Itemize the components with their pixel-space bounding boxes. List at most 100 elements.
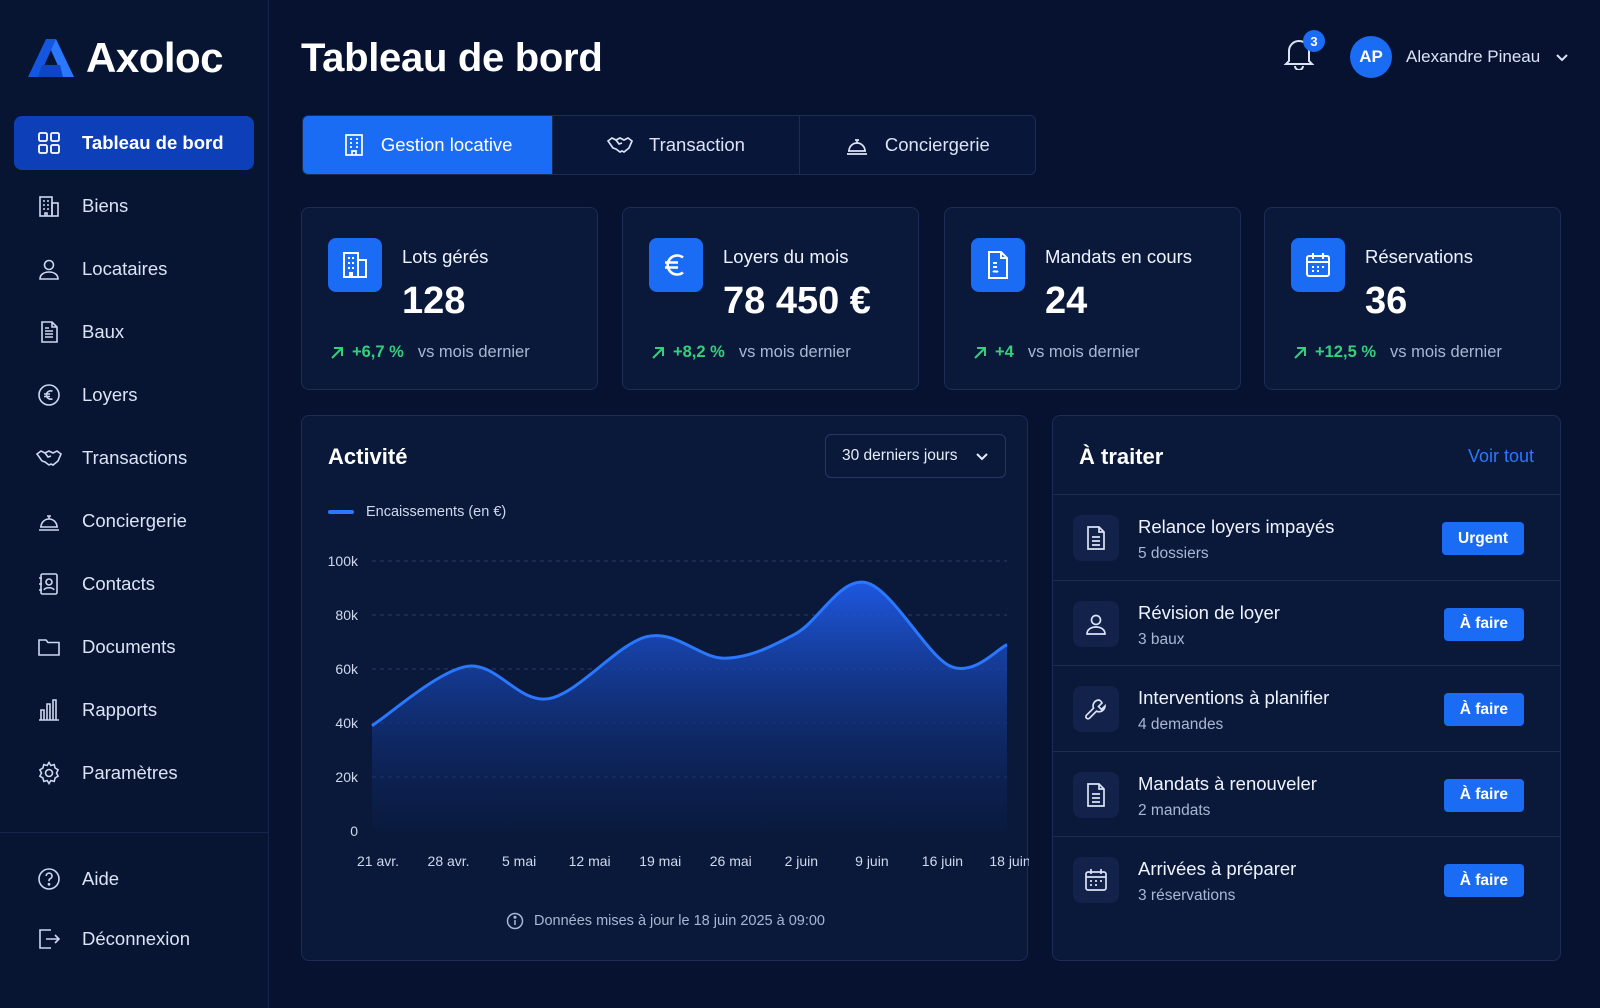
x-tick-label: 5 mai <box>502 853 536 869</box>
activity-area-chart: 0 20k 40k 60k 80k 100k 21 avr. 28 avr. 5 mai 12 … <box>328 553 1029 869</box>
building-icon <box>343 133 365 157</box>
sidebar-item-label: Déconnexion <box>82 928 190 949</box>
sidebar-item-loyers[interactable]: Loyers <box>14 368 254 422</box>
sidebar-item-transactions[interactable]: Transactions <box>14 431 254 485</box>
stat-label: Loyers du mois <box>723 246 849 267</box>
axoloc-logo-icon <box>28 39 74 77</box>
sidebar-item-conciergerie[interactable]: Conciergerie <box>14 494 254 548</box>
arrow-up-right-icon <box>1293 346 1307 360</box>
sidebar: Axoloc Tableau de bord Biens Locataires … <box>0 0 269 1008</box>
y-tick-label: 20k <box>335 769 359 785</box>
todo-name: Mandats à renouveler <box>1138 772 1317 794</box>
logout-icon <box>36 926 62 952</box>
user-icon <box>1073 600 1119 647</box>
sidebar-item-label: Documents <box>82 636 176 657</box>
stat-value: 78 450 € <box>723 280 871 322</box>
list-item[interactable]: Révision de loyer 3 baux À faire <box>1053 579 1560 666</box>
chevron-down-icon <box>1554 49 1570 65</box>
stat-delta: +6,7 % vs mois dernier <box>330 343 530 362</box>
brand[interactable]: Axoloc <box>28 34 224 82</box>
sidebar-nav: Tableau de bord Biens Locataires Baux Lo… <box>14 116 254 809</box>
stat-label: Mandats en cours <box>1045 246 1193 267</box>
todo-name: Révision de loyer <box>1138 601 1280 623</box>
page-title: Tableau de bord <box>301 36 603 80</box>
notifications-button[interactable]: 3 <box>1283 30 1325 74</box>
todo-sub: 5 dossiers <box>1138 545 1209 562</box>
todo-card: À traiter Voir tout Relance loyers impay… <box>1052 415 1561 961</box>
stat-label: Lots gérés <box>402 246 489 267</box>
sidebar-item-label: Loyers <box>82 384 138 405</box>
bar-chart-icon <box>36 697 62 723</box>
sidebar-item-label: Contacts <box>82 573 156 594</box>
todo-action-button[interactable]: À faire <box>1443 693 1524 726</box>
x-tick-label: 16 juin <box>922 853 963 869</box>
todo-title: À traiter <box>1079 444 1164 469</box>
tab-label: Transaction <box>648 134 745 155</box>
x-tick-label: 18 juin <box>989 853 1029 869</box>
x-tick-label: 28 avr. <box>428 853 470 869</box>
sidebar-item-label: Aide <box>82 868 120 889</box>
list-item[interactable]: Arrivées à préparer 3 réservations À fai… <box>1053 836 1560 922</box>
x-tick-label: 26 mai <box>710 853 752 869</box>
y-tick-label: 100k <box>328 553 359 569</box>
notification-badge: 3 <box>1303 30 1325 52</box>
tab-gestion-locative[interactable]: Gestion locative <box>303 116 553 174</box>
contacts-icon <box>36 571 62 597</box>
arrow-up-right-icon <box>651 346 665 360</box>
date-range-select[interactable]: 30 derniers jours <box>825 434 1006 478</box>
stat-delta: +4 vs mois dernier <box>973 343 1140 362</box>
chart-area <box>372 582 1007 831</box>
user-icon <box>36 256 62 282</box>
document-icon <box>1073 515 1119 561</box>
document-icon <box>36 319 62 345</box>
legend-label: Encaissements (en €) <box>366 504 507 520</box>
sidebar-item-dashboard[interactable]: Tableau de bord <box>14 116 254 170</box>
sidebar-item-label: Biens <box>82 195 129 216</box>
sidebar-item-documents[interactable]: Documents <box>14 620 254 674</box>
sidebar-item-deconnexion[interactable]: Déconnexion <box>14 912 254 966</box>
sidebar-item-label: Locataires <box>82 258 168 279</box>
user-menu[interactable]: AP Alexandre Pineau <box>1350 36 1570 78</box>
see-all-link[interactable]: Voir tout <box>1468 446 1534 467</box>
sidebar-item-label: Tableau de bord <box>82 132 224 153</box>
sidebar-item-contacts[interactable]: Contacts <box>14 557 254 611</box>
list-item[interactable]: Relance loyers impayés 5 dossiers Urgent <box>1053 494 1560 580</box>
folder-icon <box>36 634 62 660</box>
sidebar-item-aide[interactable]: Aide <box>14 852 254 906</box>
update-note-text: Données mises à jour le 18 juin 2025 à 0… <box>534 913 825 929</box>
todo-action-button[interactable]: À faire <box>1443 778 1524 812</box>
y-tick-label: 60k <box>335 661 359 677</box>
sidebar-item-rapports[interactable]: Rapports <box>14 683 254 737</box>
urgent-badge-button[interactable]: Urgent <box>1442 522 1524 555</box>
bell-service-icon <box>845 133 869 157</box>
building-icon <box>328 238 382 292</box>
y-tick-label: 80k <box>335 607 359 623</box>
avatar: AP <box>1350 36 1392 78</box>
list-item[interactable]: Mandats à renouveler 2 mandats À faire <box>1053 750 1560 837</box>
date-range-value: 30 derniers jours <box>842 447 958 464</box>
tab-label: Gestion locative <box>380 134 513 155</box>
stat-delta: +8,2 % vs mois dernier <box>651 343 851 362</box>
x-tick-label: 12 mai <box>569 853 611 869</box>
sidebar-bottom-nav: Aide Déconnexion <box>14 852 254 972</box>
sidebar-item-label: Rapports <box>82 699 158 720</box>
tab-conciergerie[interactable]: Conciergerie <box>798 116 1035 174</box>
tab-transaction[interactable]: Transaction <box>552 116 798 174</box>
sidebar-item-label: Conciergerie <box>82 510 187 531</box>
sidebar-item-baux[interactable]: Baux <box>14 305 254 359</box>
arrow-up-right-icon <box>330 346 344 360</box>
sidebar-item-biens[interactable]: Biens <box>14 179 254 233</box>
todo-action-button[interactable]: À faire <box>1443 607 1524 641</box>
gear-icon <box>36 760 62 786</box>
bell-service-icon <box>36 508 62 534</box>
building-icon <box>36 193 62 219</box>
list-item[interactable]: Interventions à planifier 4 demandes À f… <box>1053 665 1560 751</box>
sidebar-divider <box>0 832 268 833</box>
sidebar-item-parametres[interactable]: Paramètres <box>14 746 254 800</box>
todo-action-button[interactable]: À faire <box>1443 864 1524 897</box>
todo-sub: 3 réservations <box>1138 887 1236 904</box>
stat-card-loyers: Loyers du mois 78 450 € +8,2 % vs mois d… <box>622 207 919 390</box>
calendar-icon <box>1291 238 1345 292</box>
stat-delta: +12,5 % vs mois dernier <box>1293 343 1502 362</box>
sidebar-item-locataires[interactable]: Locataires <box>14 242 254 296</box>
